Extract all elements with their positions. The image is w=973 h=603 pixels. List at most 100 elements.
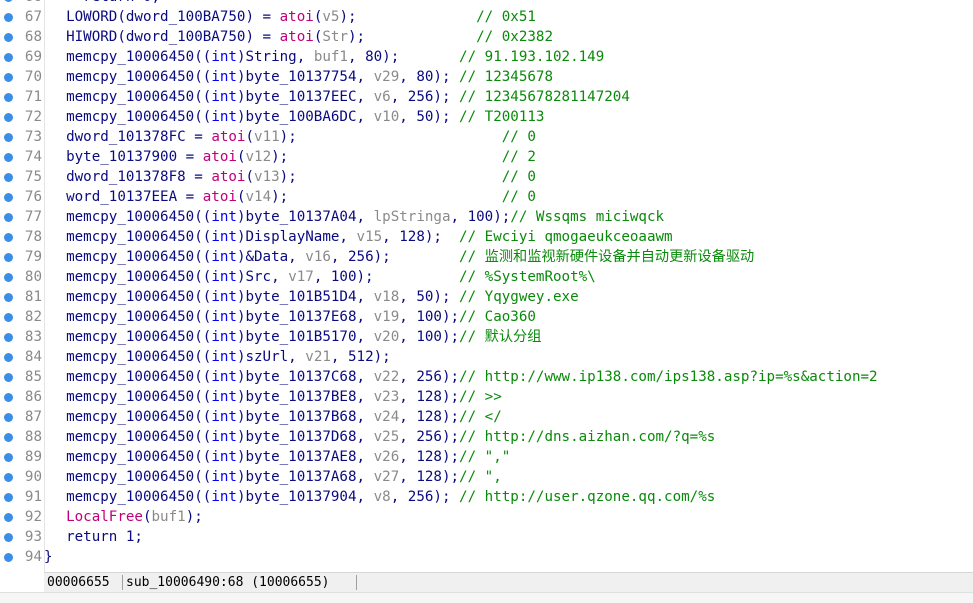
code-text: memcpy_10006450((int)byte_10137C68, v22,… bbox=[49, 367, 877, 387]
code-token-pl: )Src, bbox=[236, 269, 289, 285]
line-gutter[interactable]: 80 bbox=[0, 267, 44, 287]
code-token-cm: // Ewciyi qmogaeukceoaawm bbox=[459, 229, 673, 245]
status-address: 00006655 bbox=[47, 575, 110, 590]
code-line[interactable]: 73 dword_101378FC = atoi(v11); // 0 bbox=[0, 127, 973, 147]
code-token-pl: , 50); bbox=[399, 109, 460, 125]
line-number: 84 bbox=[24, 349, 42, 365]
line-gutter[interactable]: 77 bbox=[0, 207, 44, 227]
code-token-pl: memcpy_10006450(( bbox=[66, 69, 212, 85]
code-line[interactable]: 80 memcpy_10006450((int)Src, v17, 100); … bbox=[0, 267, 973, 287]
line-gutter[interactable]: 75 bbox=[0, 167, 44, 187]
line-gutter[interactable]: 68 bbox=[0, 27, 44, 47]
line-gutter[interactable]: 87 bbox=[0, 407, 44, 427]
code-line[interactable]: 81 memcpy_10006450((int)byte_101B51D4, v… bbox=[0, 287, 973, 307]
status-location: sub_10006490:68 (10006655) bbox=[126, 575, 330, 590]
code-token-pl: memcpy_10006450(( bbox=[66, 269, 212, 285]
code-line[interactable]: 67 LOWORD(dword_100BA750) = atoi(v5); //… bbox=[0, 7, 973, 27]
code-line[interactable]: 89 memcpy_10006450((int)byte_10137AE8, v… bbox=[0, 447, 973, 467]
code-line[interactable]: 85 memcpy_10006450((int)byte_10137C68, v… bbox=[0, 367, 973, 387]
code-token-kw: int bbox=[211, 249, 237, 265]
line-gutter[interactable]: 70 bbox=[0, 67, 44, 87]
line-gutter[interactable]: 74 bbox=[0, 147, 44, 167]
code-line[interactable]: 88 memcpy_10006450((int)byte_10137D68, v… bbox=[0, 427, 973, 447]
code-token-cm: // T200113 bbox=[459, 109, 545, 125]
pseudocode-view[interactable]: 66 return 0;67 LOWORD(dword_100BA750) = … bbox=[0, 0, 973, 567]
line-gutter[interactable]: 73 bbox=[0, 127, 44, 147]
line-gutter[interactable]: 66 bbox=[0, 0, 44, 7]
code-line[interactable]: 70 memcpy_10006450((int)byte_10137754, v… bbox=[0, 67, 973, 87]
code-token-kw: int bbox=[211, 309, 237, 325]
horizontal-scrollbar[interactable] bbox=[0, 592, 973, 603]
line-number: 78 bbox=[24, 229, 42, 245]
code-line[interactable]: 71 memcpy_10006450((int)byte_10137EEC, v… bbox=[0, 87, 973, 107]
line-gutter[interactable]: 78 bbox=[0, 227, 44, 247]
line-gutter[interactable]: 72 bbox=[0, 107, 44, 127]
code-text: return 0; bbox=[49, 0, 160, 7]
line-gutter[interactable]: 84 bbox=[0, 347, 44, 367]
line-gutter[interactable]: 76 bbox=[0, 187, 44, 207]
code-token-var: v13 bbox=[254, 169, 280, 185]
line-gutter[interactable]: 86 bbox=[0, 387, 44, 407]
code-token-cm: // http://dns.aizhan.com/?q=%s bbox=[459, 429, 716, 445]
code-token-fn: atoi bbox=[211, 129, 246, 145]
code-token-pl: HIWORD(dword_100BA750) = bbox=[66, 29, 280, 45]
line-gutter[interactable]: 83 bbox=[0, 327, 44, 347]
code-text: LocalFree(buf1); bbox=[49, 507, 203, 527]
code-token-var: v11 bbox=[254, 129, 280, 145]
code-token-cm: // 0 bbox=[501, 189, 536, 205]
line-gutter[interactable]: 94 bbox=[0, 547, 44, 567]
code-line[interactable]: 86 memcpy_10006450((int)byte_10137BE8, v… bbox=[0, 387, 973, 407]
code-line[interactable]: 75 dword_101378F8 = atoi(v13); // 0 bbox=[0, 167, 973, 187]
code-token-pl: , 100); bbox=[399, 309, 460, 325]
line-gutter[interactable]: 82 bbox=[0, 307, 44, 327]
code-line[interactable]: 93 return 1; bbox=[0, 527, 973, 547]
line-gutter[interactable]: 88 bbox=[0, 427, 44, 447]
line-gutter[interactable]: 90 bbox=[0, 467, 44, 487]
line-gutter[interactable]: 92 bbox=[0, 507, 44, 527]
code-line[interactable]: 83 memcpy_10006450((int)byte_101B5170, v… bbox=[0, 327, 973, 347]
code-text: word_10137EEA = atoi(v14); // 0 bbox=[49, 187, 536, 207]
code-line[interactable]: 91 memcpy_10006450((int)byte_10137904, v… bbox=[0, 487, 973, 507]
code-line[interactable]: 76 word_10137EEA = atoi(v14); // 0 bbox=[0, 187, 973, 207]
line-gutter[interactable]: 69 bbox=[0, 47, 44, 67]
code-token-pl: , 100); bbox=[399, 329, 460, 345]
code-line[interactable]: 92 LocalFree(buf1); bbox=[0, 507, 973, 527]
code-line[interactable]: 72 memcpy_10006450((int)byte_100BA6DC, v… bbox=[0, 107, 973, 127]
line-gutter[interactable]: 85 bbox=[0, 367, 44, 387]
code-token-kw: int bbox=[211, 69, 237, 85]
code-token-kw: int bbox=[211, 349, 237, 365]
code-line[interactable]: 94} bbox=[0, 547, 973, 567]
code-token-kw: int bbox=[211, 109, 237, 125]
code-line[interactable]: 77 memcpy_10006450((int)byte_10137A04, l… bbox=[0, 207, 973, 227]
code-token-var: v22 bbox=[373, 369, 400, 385]
code-token-cm: // </ bbox=[459, 409, 502, 425]
code-token-pl: )byte_10137B68, bbox=[236, 409, 374, 425]
code-token-kw: int bbox=[211, 469, 237, 485]
code-line[interactable]: 79 memcpy_10006450((int)&Data, v16, 256)… bbox=[0, 247, 973, 267]
code-text: memcpy_10006450((int)byte_10137B68, v24,… bbox=[49, 407, 502, 427]
code-token-var: buf1 bbox=[151, 509, 186, 525]
line-gutter[interactable]: 93 bbox=[0, 527, 44, 547]
code-token-var: lpStringa bbox=[373, 209, 451, 225]
code-token-pl: memcpy_10006450(( bbox=[66, 389, 212, 405]
code-line[interactable]: 74 byte_10137900 = atoi(v12); // 2 bbox=[0, 147, 973, 167]
code-line[interactable]: 78 memcpy_10006450((int)DisplayName, v15… bbox=[0, 227, 973, 247]
line-gutter[interactable]: 79 bbox=[0, 247, 44, 267]
line-gutter[interactable]: 91 bbox=[0, 487, 44, 507]
code-line[interactable]: 66 return 0; bbox=[0, 0, 973, 7]
code-token-var: v15 bbox=[356, 229, 383, 245]
line-gutter[interactable]: 67 bbox=[0, 7, 44, 27]
line-gutter[interactable]: 81 bbox=[0, 287, 44, 307]
status-divider bbox=[122, 575, 123, 590]
code-line[interactable]: 90 memcpy_10006450((int)byte_10137A68, v… bbox=[0, 467, 973, 487]
code-line[interactable]: 87 memcpy_10006450((int)byte_10137B68, v… bbox=[0, 407, 973, 427]
line-gutter[interactable]: 89 bbox=[0, 447, 44, 467]
line-gutter[interactable]: 71 bbox=[0, 87, 44, 107]
code-token-cm: // 0x2382 bbox=[476, 29, 553, 45]
line-number: 94 bbox=[24, 549, 42, 565]
code-token-pl: )String, bbox=[236, 49, 314, 65]
code-line[interactable]: 69 memcpy_10006450((int)String, buf1, 80… bbox=[0, 47, 973, 67]
code-line[interactable]: 82 memcpy_10006450((int)byte_10137E68, v… bbox=[0, 307, 973, 327]
code-line[interactable]: 84 memcpy_10006450((int)szUrl, v21, 512)… bbox=[0, 347, 973, 367]
code-line[interactable]: 68 HIWORD(dword_100BA750) = atoi(Str); /… bbox=[0, 27, 973, 47]
